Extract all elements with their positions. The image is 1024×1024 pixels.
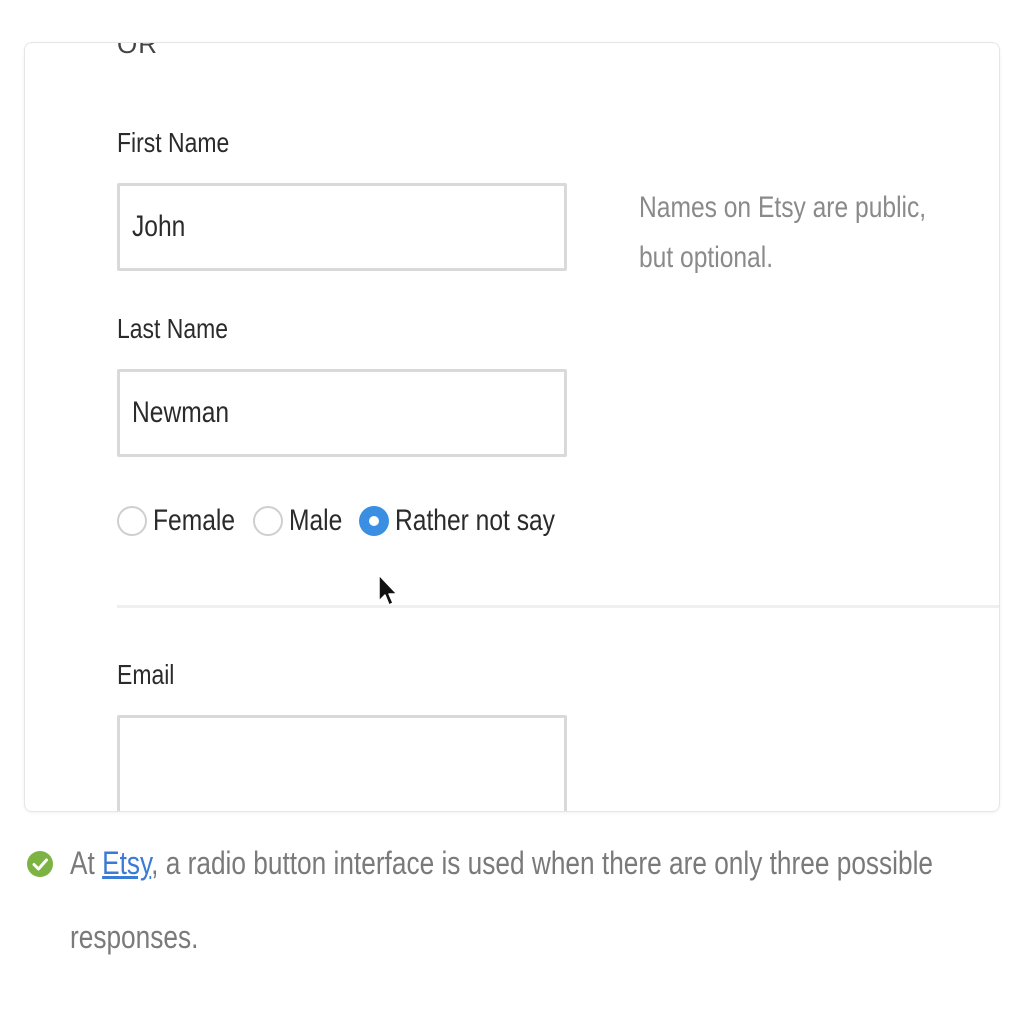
account-form-card: OR First Name John Names on Etsy are pub…	[24, 42, 1000, 812]
caption-suffix: , a radio button interface is used when …	[70, 845, 934, 955]
caption-text: At Etsy, a radio button interface is use…	[70, 826, 972, 974]
radio-label-rather-not-say: Rather not say	[395, 504, 555, 537]
last-name-input[interactable]: Newman	[117, 369, 567, 457]
radio-option-female[interactable]: Female	[117, 499, 253, 543]
radio-label-male: Male	[289, 504, 343, 537]
radio-label-female: Female	[153, 504, 236, 537]
name-helper-text: Names on Etsy are public, but optional.	[639, 191, 927, 274]
mouse-pointer-icon	[378, 574, 398, 606]
last-name-value: Newman	[132, 396, 230, 429]
email-input[interactable]	[117, 715, 567, 811]
first-name-label: First Name	[117, 127, 230, 158]
email-label: Email	[117, 659, 175, 690]
radio-button-rather-not-say[interactable]	[359, 506, 389, 536]
caption-prefix: At	[70, 845, 103, 881]
etsy-link[interactable]: Etsy	[102, 845, 151, 881]
check-circle-icon	[27, 851, 53, 877]
radio-option-male[interactable]: Male	[253, 499, 354, 543]
section-divider	[117, 605, 999, 608]
radio-button-male[interactable]	[253, 506, 283, 536]
radio-option-rather-not-say[interactable]: Rather not say	[359, 499, 590, 543]
first-name-value: John	[132, 210, 186, 243]
radio-button-female[interactable]	[117, 506, 147, 536]
cut-off-text: OR	[117, 42, 158, 59]
last-name-label: Last Name	[117, 313, 229, 344]
first-name-input[interactable]: John	[117, 183, 567, 271]
